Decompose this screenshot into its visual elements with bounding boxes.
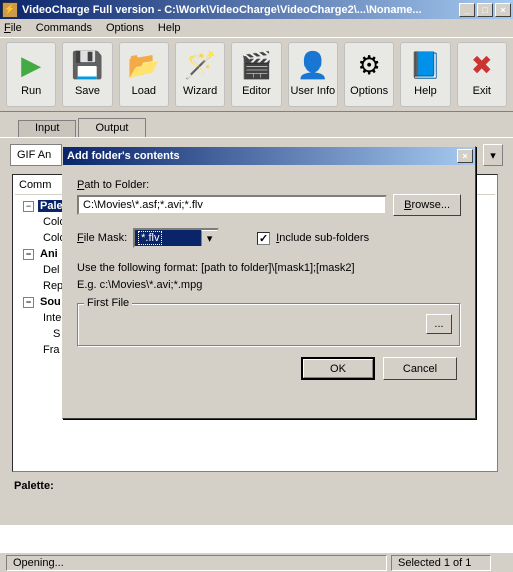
include-label: Include sub-folders bbox=[276, 232, 369, 244]
folder-icon: 📂 bbox=[126, 47, 162, 83]
options-button[interactable]: ⚙Options bbox=[344, 42, 394, 107]
dropdown-button[interactable]: ▾ bbox=[483, 144, 503, 166]
add-folder-dialog: Add folder's contents × Path to Folder: … bbox=[62, 146, 476, 419]
first-file-group: First File ... bbox=[77, 303, 461, 347]
hint-line2: E.g. c:\Movies\*.avi;*.mpg bbox=[77, 277, 461, 294]
wizard-button[interactable]: 🪄Wizard bbox=[175, 42, 225, 107]
palette-label: Palette: bbox=[10, 480, 503, 492]
tree-inter[interactable]: Inte bbox=[43, 312, 61, 324]
exit-button[interactable]: ✖Exit bbox=[457, 42, 507, 107]
menu-help[interactable]: Help bbox=[158, 22, 181, 34]
help-button[interactable]: 📘Help bbox=[400, 42, 450, 107]
tree-s[interactable]: S bbox=[53, 328, 60, 340]
format-label: GIF An bbox=[10, 144, 62, 166]
menubar: File Commands Options Help bbox=[0, 19, 513, 38]
run-button[interactable]: ▶Run bbox=[6, 42, 56, 107]
editor-button[interactable]: 🎬Editor bbox=[231, 42, 281, 107]
expand-icon[interactable]: − bbox=[23, 297, 34, 308]
browse-button[interactable]: Browse... bbox=[393, 194, 461, 216]
first-file-label: First File bbox=[84, 297, 132, 309]
tree-ani[interactable]: Ani bbox=[38, 248, 58, 260]
minimize-button[interactable]: _ bbox=[459, 3, 475, 17]
titlebar: ⚡ VideoCharge Full version - C:\Work\Vid… bbox=[0, 0, 513, 19]
path-label: Path to Folder: bbox=[77, 179, 461, 191]
exit-icon: ✖ bbox=[464, 47, 500, 83]
mask-label: File Mask: bbox=[77, 232, 127, 244]
tree-sou[interactable]: Sou bbox=[38, 296, 61, 308]
save-button[interactable]: 💾Save bbox=[62, 42, 112, 107]
editor-icon: 🎬 bbox=[238, 47, 274, 83]
expand-icon[interactable]: − bbox=[23, 249, 34, 260]
cancel-button[interactable]: Cancel bbox=[383, 357, 457, 380]
load-button[interactable]: 📂Load bbox=[119, 42, 169, 107]
hint-line1: Use the following format: [path to folde… bbox=[77, 260, 461, 277]
menu-options[interactable]: Options bbox=[106, 22, 144, 34]
dialog-close-button[interactable]: × bbox=[457, 149, 473, 163]
chevron-down-icon[interactable]: ▾ bbox=[201, 230, 217, 246]
user-icon: 👤 bbox=[295, 47, 331, 83]
statusbar: Opening... Selected 1 of 1 bbox=[0, 552, 513, 572]
expand-icon[interactable]: − bbox=[23, 201, 34, 212]
path-input[interactable]: C:\Movies\*.asf;*.avi;*.flv bbox=[77, 195, 387, 215]
dialog-title: Add folder's contents bbox=[65, 150, 457, 162]
close-button[interactable]: × bbox=[495, 3, 511, 17]
userinfo-button[interactable]: 👤User Info bbox=[288, 42, 338, 107]
save-icon: 💾 bbox=[69, 47, 105, 83]
app-icon: ⚡ bbox=[2, 2, 18, 18]
tab-row: Input Output bbox=[0, 112, 513, 137]
tab-input[interactable]: Input bbox=[18, 120, 76, 137]
menu-file[interactable]: File bbox=[4, 22, 22, 34]
gear-icon: ⚙ bbox=[351, 47, 387, 83]
tree-fra[interactable]: Fra bbox=[43, 344, 60, 356]
include-subfolders-checkbox[interactable]: ✓ bbox=[257, 232, 270, 245]
book-icon: 📘 bbox=[407, 47, 443, 83]
menu-commands[interactable]: Commands bbox=[36, 22, 92, 34]
tab-output[interactable]: Output bbox=[78, 118, 145, 137]
status-text: Opening... bbox=[6, 555, 387, 571]
file-mask-combo[interactable]: *.flv ▾ bbox=[133, 228, 219, 248]
toolbar: ▶Run 💾Save 📂Load 🪄Wizard 🎬Editor 👤User I… bbox=[0, 38, 513, 112]
tree-rep[interactable]: Rep bbox=[43, 280, 63, 292]
status-selection: Selected 1 of 1 bbox=[391, 555, 491, 571]
first-file-browse-button[interactable]: ... bbox=[426, 314, 452, 334]
wizard-icon: 🪄 bbox=[182, 47, 218, 83]
maximize-button[interactable]: □ bbox=[477, 3, 493, 17]
play-icon: ▶ bbox=[13, 47, 49, 83]
tree-del[interactable]: Del bbox=[43, 264, 60, 276]
ok-button[interactable]: OK bbox=[301, 357, 375, 380]
window-title: VideoCharge Full version - C:\Work\Video… bbox=[22, 4, 459, 16]
